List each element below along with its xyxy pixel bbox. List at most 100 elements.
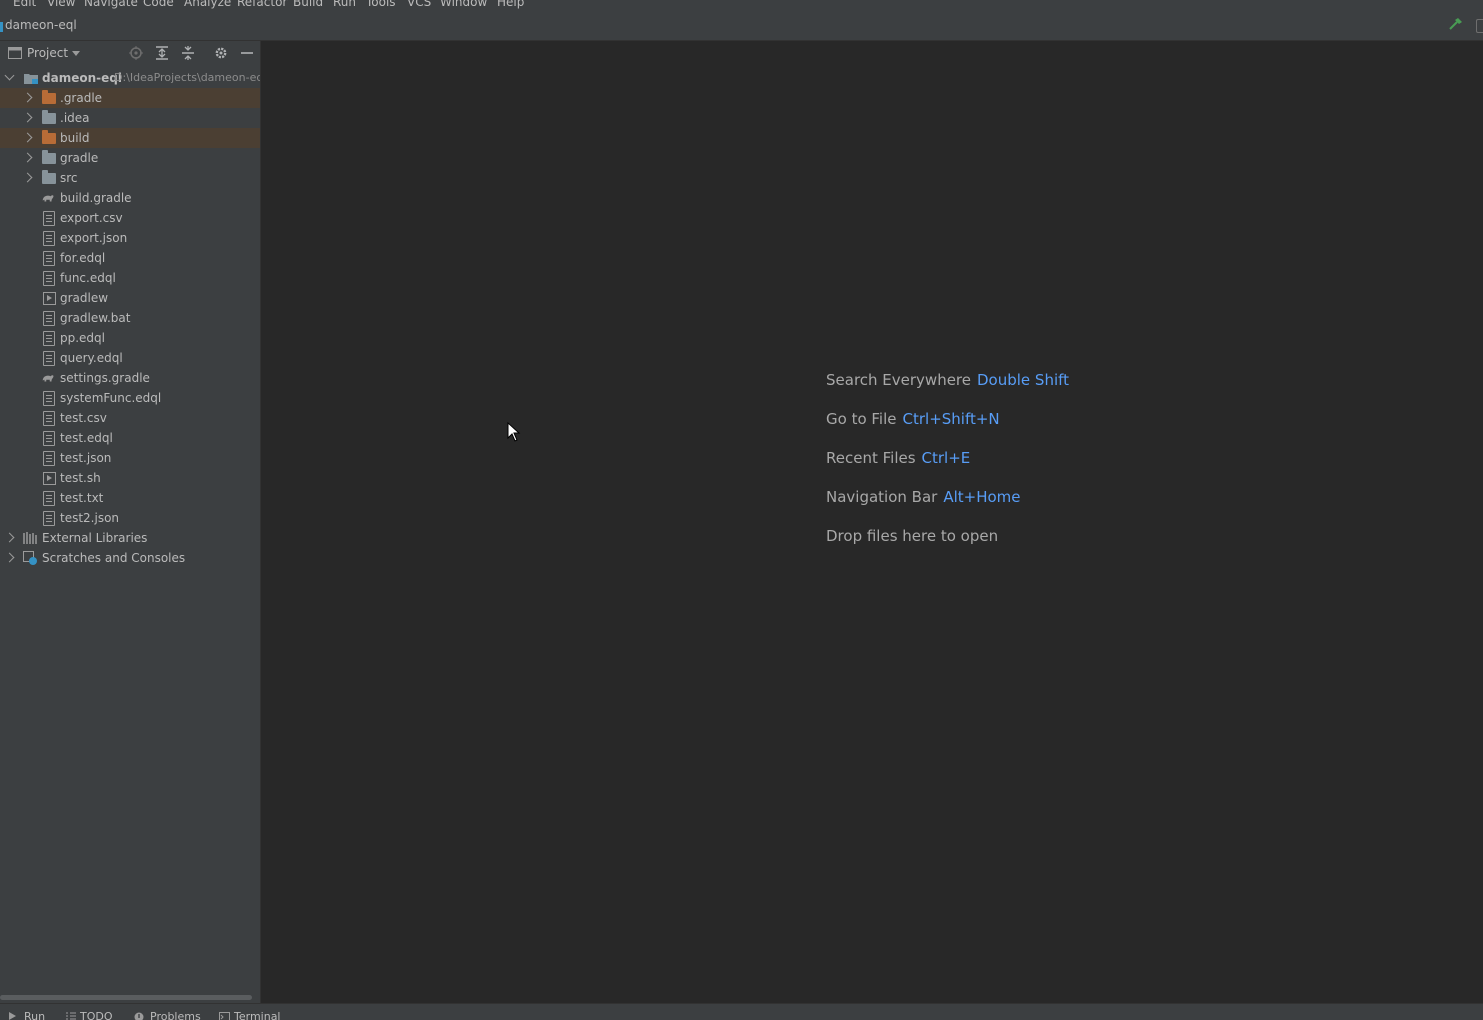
shell-file-icon (43, 292, 56, 305)
tree-item-label: pp.edql (60, 331, 105, 345)
menu-view[interactable]: View (47, 0, 75, 9)
tree-item-gradle-hidden[interactable]: .gradle (0, 88, 260, 108)
hint-text: Search Everywhere (826, 371, 971, 389)
json-file-icon (43, 451, 55, 466)
project-marker-icon (0, 22, 3, 32)
hide-panel-icon[interactable] (240, 46, 254, 60)
edql-file-icon (43, 331, 55, 346)
tree-item-label: test.sh (60, 471, 101, 485)
breadcrumb-project[interactable]: dameon-eql (5, 18, 77, 32)
tree-item-export-csv[interactable]: export.csv (0, 208, 260, 228)
tree-item-label: Scratches and Consoles (42, 551, 185, 565)
text-file-icon (43, 311, 55, 326)
chevron-right-icon[interactable] (23, 93, 33, 103)
menu-navigate[interactable]: Navigate (84, 0, 138, 9)
tree-item-build[interactable]: build (0, 128, 260, 148)
tree-item-label: src (60, 171, 78, 185)
menu-navigate-label: Navigate (84, 0, 138, 9)
chevron-right-icon[interactable] (23, 153, 33, 163)
hint-shortcut: Double Shift (977, 371, 1069, 389)
menu-tools[interactable]: Tools (366, 0, 396, 9)
tree-item-gradle[interactable]: gradle (0, 148, 260, 168)
hint-go-to-file: Go to FileCtrl+Shift+N (826, 410, 1000, 428)
text-file-icon (43, 411, 55, 426)
hint-text: Drop files here to open (826, 527, 998, 545)
tree-item-label: test.edql (60, 431, 113, 445)
root-path: D:\IdeaProjects\dameon-eq (114, 71, 260, 84)
edql-file-icon (43, 431, 55, 446)
menu-window[interactable]: Window (440, 0, 487, 9)
tree-item-export-json[interactable]: export.json (0, 228, 260, 248)
tree-root-dameon-eql[interactable]: dameon-eql D:\IdeaProjects\dameon-eq (0, 68, 260, 88)
editor-area[interactable] (261, 41, 1483, 1003)
tree-item-systemfunc-edql[interactable]: systemFunc.edql (0, 388, 260, 408)
tool-window-bar: Run TODO Problems Terminal (0, 1003, 1483, 1020)
hint-search-everywhere: Search Everywhere Double Shift (826, 371, 1069, 389)
hint-text: Navigation Bar (826, 488, 937, 506)
menu-vcs[interactable]: VCS (407, 0, 431, 9)
folder-icon (42, 173, 56, 184)
tree-item-test-sh[interactable]: test.sh (0, 468, 260, 488)
menu-help[interactable]: Help (497, 0, 524, 9)
tree-item-idea[interactable]: .idea (0, 108, 260, 128)
tree-item-label: External Libraries (42, 531, 147, 545)
locate-target-icon[interactable] (129, 46, 143, 60)
menu-code[interactable]: Code (143, 0, 174, 9)
tree-item-test2-json[interactable]: test2.json (0, 508, 260, 528)
tree-item-func-edql[interactable]: func.edql (0, 268, 260, 288)
tree-item-test-json[interactable]: test.json (0, 448, 260, 468)
root-name: dameon-eql (42, 71, 122, 85)
excluded-folder-icon (42, 133, 56, 144)
tree-item-gradlew[interactable]: gradlew (0, 288, 260, 308)
menu-help-label: Help (497, 0, 524, 9)
collapse-all-icon[interactable] (181, 46, 195, 60)
menu-build[interactable]: Build (293, 0, 323, 9)
build-hammer-icon[interactable] (1448, 17, 1464, 31)
chevron-right-icon[interactable] (5, 533, 15, 543)
tree-item-pp-edql[interactable]: pp.edql (0, 328, 260, 348)
gear-icon[interactable] (214, 46, 228, 60)
scratches-icon (23, 551, 37, 565)
chevron-down-icon[interactable] (72, 51, 80, 56)
hint-drop-files: Drop files here to open (826, 527, 998, 545)
tree-item-test-csv[interactable]: test.csv (0, 408, 260, 428)
hint-text: Recent Files (826, 449, 916, 467)
tree-item-gradlew-bat[interactable]: gradlew.bat (0, 308, 260, 328)
menu-tools-label: Tools (366, 0, 396, 9)
edql-file-icon (43, 391, 55, 406)
tree-item-for-edql[interactable]: for.edql (0, 248, 260, 268)
tree-item-test-edql[interactable]: test.edql (0, 428, 260, 448)
tree-item-query-edql[interactable]: query.edql (0, 348, 260, 368)
tree-item-external-libraries[interactable]: External Libraries (0, 528, 260, 548)
chevron-right-icon[interactable] (23, 173, 33, 183)
horizontal-scrollbar[interactable] (0, 995, 252, 1000)
expand-all-icon[interactable] (155, 46, 169, 60)
menu-run-label: Run (333, 0, 356, 9)
panel-header: Project (0, 41, 260, 65)
menu-run[interactable]: Run (333, 0, 356, 9)
chevron-right-icon[interactable] (23, 113, 33, 123)
menu-refactor[interactable]: Refactor (237, 0, 287, 9)
run-config-edge[interactable] (1476, 19, 1483, 33)
menu-analyze[interactable]: Analyze (184, 0, 231, 9)
hint-shortcut: Alt+Home (943, 488, 1020, 506)
tree-item-settings-gradle[interactable]: settings.gradle (0, 368, 260, 388)
menu-edit[interactable]: Edit (13, 0, 36, 9)
module-folder-icon (24, 71, 38, 85)
edql-file-icon (43, 351, 55, 366)
folder-icon (42, 113, 56, 124)
tree-item-scratches[interactable]: Scratches and Consoles (0, 548, 260, 568)
tree-item-label: gradlew (60, 291, 108, 305)
tree-item-test-txt[interactable]: test.txt (0, 488, 260, 508)
tree-item-label: test2.json (60, 511, 119, 525)
hint-shortcut: Ctrl+Shift+N (903, 410, 1000, 428)
gradle-file-icon (41, 191, 55, 205)
tree-item-build-gradle[interactable]: build.gradle (0, 188, 260, 208)
tree-item-src[interactable]: src (0, 168, 260, 188)
chevron-right-icon[interactable] (5, 553, 15, 563)
chevron-down-icon[interactable] (5, 71, 15, 81)
panel-title[interactable]: Project (27, 46, 68, 60)
tree-item-label: systemFunc.edql (60, 391, 161, 405)
chevron-right-icon[interactable] (23, 133, 33, 143)
tree-item-label: settings.gradle (60, 371, 150, 385)
